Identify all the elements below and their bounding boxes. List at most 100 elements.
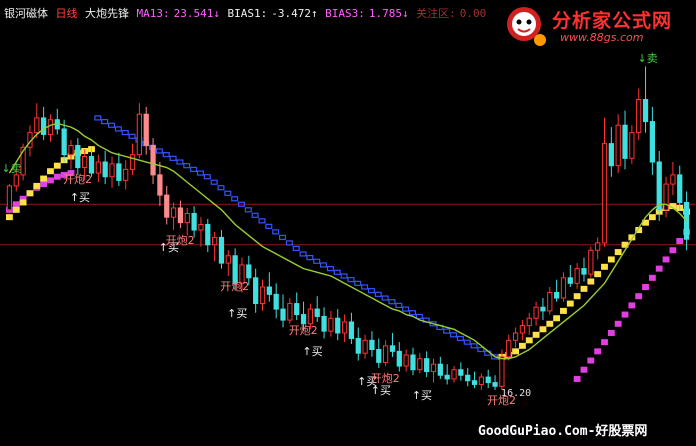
period-label[interactable]: 日线 [56,7,78,20]
candle-body [335,317,341,334]
candle-body [478,376,485,385]
upper-band-segment [155,148,163,154]
support2-segment [40,181,48,188]
candle-body [595,242,601,251]
support-segment [6,214,13,221]
support-segment [587,278,595,285]
support-segment [546,320,554,327]
candle-body [588,249,594,275]
support-segment [19,199,27,206]
candle-body [191,212,197,231]
candle-body [444,374,450,380]
buy-signal[interactable]: ↑买 [302,343,322,359]
candle-body [314,308,320,317]
candle-body [184,212,190,224]
upper-band-segment [176,159,184,165]
candle-body [410,354,416,371]
cannon-signal[interactable]: 开炮2 [166,232,195,248]
support-segment [580,285,588,292]
support-segment [33,182,41,189]
support2-segment [601,339,608,346]
candle-body [170,207,177,218]
candle-body [649,121,656,163]
sell-signal[interactable]: ↓卖 [1,160,21,176]
candle-body [636,99,642,134]
support-segment [26,190,34,197]
candle-body [560,277,567,299]
support2-segment [587,357,595,364]
candle-body [451,369,457,380]
candle-body [403,354,409,367]
candle-body [458,369,464,376]
candle-body [109,163,115,178]
cannon-signal[interactable]: 开炮2 [289,322,318,338]
candle-body [471,380,478,385]
upper-band-segment [340,273,348,279]
upper-band-segment [443,328,451,334]
candle-body [355,337,361,354]
bias1-value: -3.472↑ [271,7,318,20]
candle-body [492,382,498,387]
candle-body [253,277,259,305]
upper-band-segment [388,299,396,305]
candle-body [622,124,628,159]
candle-body [369,339,375,351]
candle-body [136,113,143,156]
logo-url[interactable]: www.88gs.com [560,31,643,44]
candle-body [540,306,546,312]
support2-segment [614,320,622,327]
upper-band-segment [272,229,280,235]
sell-signal[interactable]: ↓卖 [638,50,658,66]
candle-body [389,345,396,352]
footer-watermark: GoodGuPiao.Com-好股票网 [478,424,648,439]
candle-body [280,308,286,321]
cannon-signal[interactable]: 开炮2 [220,278,249,294]
support-segment [40,175,48,182]
bias3-label: BIAS3: [325,7,365,20]
support2-segment [669,247,677,254]
upper-band-segment [320,262,328,268]
upper-band-segment [299,251,307,257]
upper-band-segment [210,179,218,185]
support2-segment [662,256,670,263]
support2-segment [635,293,643,300]
upper-band-segment [354,280,362,286]
candle-body [40,117,47,135]
support2-segment [642,284,649,291]
upper-band-segment [292,245,300,252]
cannon-signal[interactable]: 开炮2 [371,370,400,386]
upper-band-segment [169,155,177,161]
candle-body [417,358,423,371]
upper-band-segment [121,130,129,136]
upper-band-segment [361,284,369,290]
candlestick-chart[interactable] [0,0,696,446]
upper-band-segment [477,346,485,353]
candle-body [13,174,19,187]
candle-body [341,321,348,334]
candle-body [567,277,573,284]
support-segment [539,326,547,333]
candle-body [225,255,231,264]
buy-signal[interactable]: ↑买 [412,387,432,403]
candle-body [150,144,156,176]
candle-body [143,113,149,146]
upper-band-segment [313,258,321,264]
upper-band-segment [101,118,109,125]
candle-body [533,306,539,319]
support2-segment [47,177,54,184]
upper-band-segment [333,269,341,275]
buy-signal[interactable]: ↑买 [70,189,90,205]
buy-signal[interactable]: ↑买 [227,305,247,321]
bias1-label: BIAS1: [227,7,268,20]
support2-segment [12,201,20,208]
support-segment [594,271,602,278]
upper-band-segment [456,335,464,342]
upper-band-segment [450,332,458,338]
cannon-signal[interactable]: 开炮2 [63,171,92,187]
support-segment [12,206,20,213]
support-segment [532,331,540,338]
upper-band-segment [196,170,204,176]
upper-band-segment [395,302,403,308]
upper-band-segment [251,212,259,218]
support-segment [519,342,526,349]
